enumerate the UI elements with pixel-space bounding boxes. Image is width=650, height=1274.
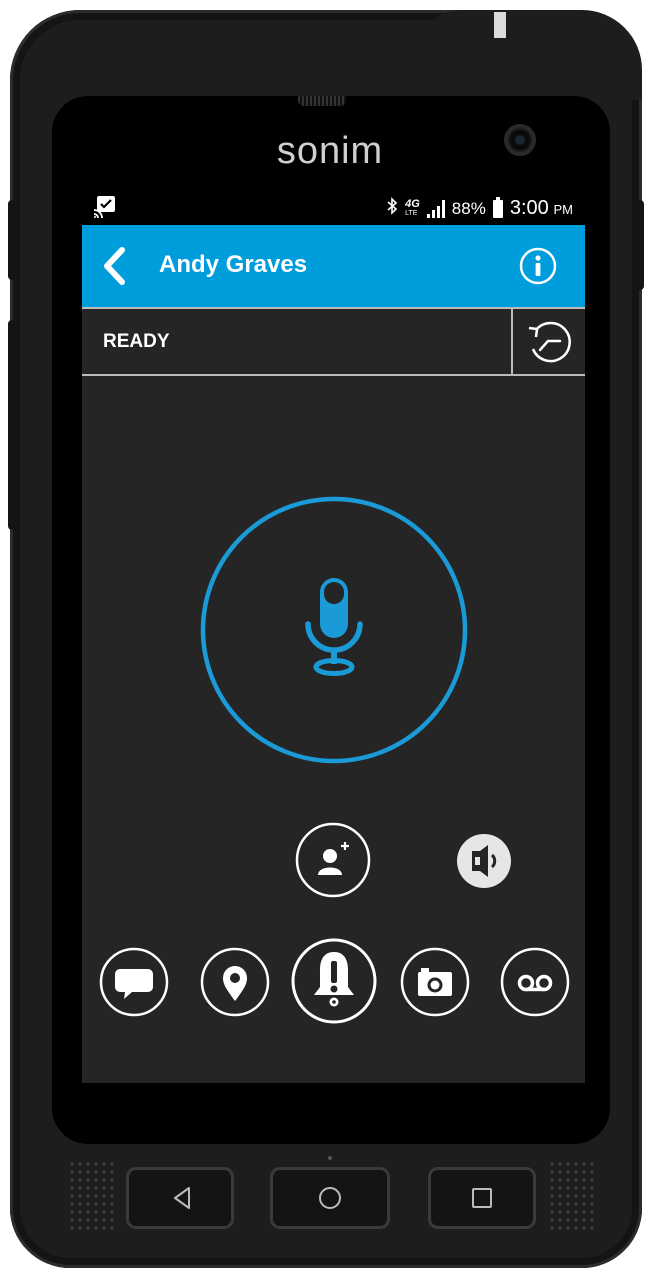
call-history-icon [528, 321, 571, 363]
side-key-left-top[interactable] [8, 200, 16, 280]
bluetooth-icon [386, 197, 398, 220]
battery-percent: 88% [451, 198, 486, 218]
location-button[interactable] [200, 947, 270, 1017]
speaker-grille-left [68, 1160, 116, 1230]
side-key-right[interactable] [636, 200, 644, 290]
signal-icon [426, 199, 445, 218]
info-icon [519, 247, 557, 285]
nav-back-icon [174, 1187, 190, 1209]
push-to-talk-button[interactable] [200, 496, 468, 764]
back-button[interactable] [98, 245, 134, 287]
front-camera [504, 124, 536, 156]
earpiece-grille [298, 96, 346, 106]
network-type: 4G LTE [405, 197, 420, 217]
add-contact-icon [295, 822, 371, 898]
info-button[interactable] [519, 247, 557, 285]
chevron-left-icon [104, 247, 125, 285]
call-history-button[interactable] [525, 317, 575, 367]
mic-hole [328, 1156, 332, 1160]
brand-logo: sonim [276, 130, 384, 172]
message-icon [99, 947, 169, 1017]
divider [511, 309, 513, 374]
battery-icon [492, 196, 503, 218]
antenna-stripe [494, 12, 506, 38]
status-row: READY [82, 307, 585, 376]
screen: 4G LTE 88% 3:00 PM Andy Graves READY [82, 190, 585, 1083]
nav-recents-icon [472, 1188, 492, 1208]
speaker-button[interactable] [456, 833, 512, 889]
nav-back-key[interactable] [126, 1167, 234, 1229]
nav-recents-key[interactable] [428, 1167, 536, 1229]
clock: 3:00 PM [509, 197, 573, 219]
location-pin-icon [200, 947, 270, 1017]
ptt-side-key[interactable] [8, 320, 16, 530]
voicemail-button[interactable] [500, 947, 570, 1017]
nav-home-icon [319, 1187, 341, 1209]
camera-icon [400, 947, 470, 1017]
voicemail-icon [500, 947, 570, 1017]
bell-alert-icon [291, 938, 377, 1024]
speaker-grille-right [548, 1160, 596, 1230]
app-header: Andy Graves [82, 225, 585, 307]
device-top-hump [420, 10, 642, 100]
ptt-status: READY [103, 331, 170, 352]
contact-name: Andy Graves [159, 251, 308, 278]
message-button[interactable] [99, 947, 169, 1017]
alert-button[interactable] [290, 937, 378, 1025]
status-bar: 4G LTE 88% 3:00 PM [82, 190, 585, 225]
cast-screen-icon [93, 196, 118, 223]
speaker-icon [457, 834, 511, 888]
microphone-icon [305, 578, 363, 676]
add-contact-button[interactable] [295, 822, 371, 898]
camera-button[interactable] [400, 947, 470, 1017]
nav-home-key[interactable] [270, 1167, 390, 1229]
